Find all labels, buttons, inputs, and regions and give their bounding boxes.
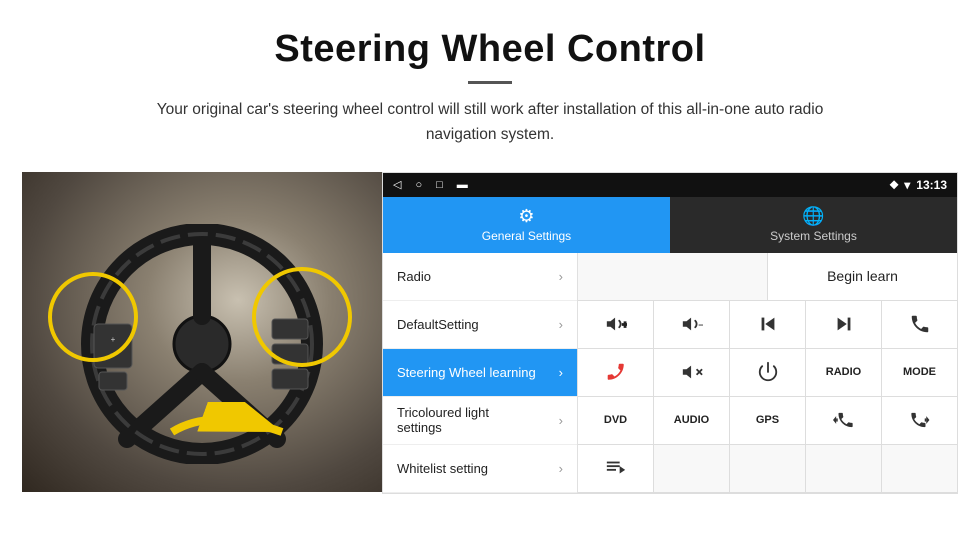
- nav-recent-icon[interactable]: □: [436, 179, 443, 191]
- button-grid: Begin learn +: [578, 253, 957, 493]
- phone-next-icon: [909, 409, 931, 431]
- mute-button[interactable]: [654, 349, 730, 396]
- svg-text:–: –: [698, 320, 703, 330]
- car-panel: + –: [22, 172, 382, 492]
- previous-track-button[interactable]: [730, 301, 806, 348]
- menu-item-radio[interactable]: Radio ›: [383, 253, 577, 301]
- menu-item-tricoloured[interactable]: Tricoloured lightsettings ›: [383, 397, 577, 445]
- callout-left: [48, 272, 138, 362]
- button-row-4: DVD AUDIO GPS: [578, 397, 957, 445]
- chevron-right-icon: ›: [559, 317, 563, 332]
- begin-learn-button[interactable]: Begin learn: [768, 253, 957, 300]
- phone-button[interactable]: [882, 301, 957, 348]
- location-icon: ⬥: [890, 177, 898, 192]
- volume-up-icon: +: [605, 313, 627, 335]
- chevron-right-icon: ›: [559, 269, 563, 284]
- volume-down-icon: –: [681, 313, 703, 335]
- empty-cell-5: [882, 445, 957, 492]
- next-track-icon: [833, 313, 855, 335]
- empty-cell-4: [806, 445, 882, 492]
- previous-track-icon: [757, 313, 779, 335]
- menu-list: Radio › DefaultSetting › Steering Wheel …: [383, 253, 578, 493]
- status-bar: ◁ ○ □ ▬ ⬥ ▾ 13:13: [383, 173, 957, 197]
- menu-item-default-label: DefaultSetting: [397, 317, 479, 332]
- menu-item-default-setting[interactable]: DefaultSetting ›: [383, 301, 577, 349]
- svg-text:+: +: [622, 320, 627, 330]
- menu-item-whitelist[interactable]: Whitelist setting ›: [383, 445, 577, 493]
- chevron-right-icon: ›: [559, 461, 563, 476]
- page-title: Steering Wheel Control: [40, 28, 940, 71]
- phone-prev-button[interactable]: [806, 397, 882, 444]
- button-row-5: [578, 445, 957, 493]
- status-bar-info: ⬥ ▾ 13:13: [890, 177, 947, 192]
- tab-general-label: General Settings: [482, 229, 571, 243]
- menu-item-steering-wheel[interactable]: Steering Wheel learning ›: [383, 349, 577, 397]
- phone-next-button[interactable]: [882, 397, 957, 444]
- empty-cell-1: [578, 253, 768, 300]
- power-icon: [757, 361, 779, 383]
- phone-prev-icon: [833, 409, 855, 431]
- button-row-3: RADIO MODE: [578, 349, 957, 397]
- page-subtitle: Your original car's steering wheel contr…: [150, 98, 830, 148]
- hangup-icon: [605, 361, 627, 383]
- status-bar-nav: ◁ ○ □ ▬: [393, 178, 468, 191]
- chevron-right-icon: ›: [559, 413, 563, 428]
- empty-cell-3: [730, 445, 806, 492]
- settings-gear-icon: ⚙: [518, 206, 534, 227]
- menu-item-tricoloured-label: Tricoloured lightsettings: [397, 405, 489, 435]
- phone-icon: [909, 313, 931, 335]
- nav-home-icon[interactable]: ○: [415, 179, 422, 191]
- audio-button[interactable]: AUDIO: [654, 397, 730, 444]
- mode-button[interactable]: MODE: [882, 349, 957, 396]
- button-row-2: + –: [578, 301, 957, 349]
- nav-back-icon[interactable]: ◁: [393, 178, 401, 191]
- nav-screen-icon[interactable]: ▬: [457, 179, 468, 191]
- playlist-icon: [605, 457, 627, 479]
- page-header: Steering Wheel Control Your original car…: [0, 0, 980, 158]
- title-divider: [468, 81, 512, 84]
- hangup-button[interactable]: [578, 349, 654, 396]
- gps-button[interactable]: GPS: [730, 397, 806, 444]
- content-area: Radio › DefaultSetting › Steering Wheel …: [383, 253, 957, 493]
- volume-up-button[interactable]: +: [578, 301, 654, 348]
- menu-item-steering-label: Steering Wheel learning: [397, 365, 536, 380]
- playlist-button[interactable]: [578, 445, 654, 492]
- tab-system-label: System Settings: [770, 229, 857, 243]
- arrow-indicator: [162, 402, 302, 462]
- next-track-button[interactable]: [806, 301, 882, 348]
- chevron-right-icon: ›: [559, 365, 563, 380]
- volume-down-button[interactable]: –: [654, 301, 730, 348]
- wifi-icon: ▾: [904, 178, 910, 192]
- tab-general-settings[interactable]: ⚙ General Settings: [383, 197, 670, 253]
- empty-cell-2: [654, 445, 730, 492]
- callout-right: [252, 267, 352, 367]
- clock: 13:13: [916, 178, 947, 192]
- dvd-button[interactable]: DVD: [578, 397, 654, 444]
- globe-icon: 🌐: [802, 206, 824, 227]
- button-row-1: Begin learn: [578, 253, 957, 301]
- mute-icon: [681, 361, 703, 383]
- android-panel: ◁ ○ □ ▬ ⬥ ▾ 13:13 ⚙ General Settings 🌐 S…: [382, 172, 958, 494]
- tab-system-settings[interactable]: 🌐 System Settings: [670, 197, 957, 253]
- menu-item-whitelist-label: Whitelist setting: [397, 461, 488, 476]
- tab-bar: ⚙ General Settings 🌐 System Settings: [383, 197, 957, 253]
- main-content: + – ◁ ○ □ ▬: [0, 172, 980, 494]
- radio-button[interactable]: RADIO: [806, 349, 882, 396]
- menu-item-radio-label: Radio: [397, 269, 431, 284]
- power-button[interactable]: [730, 349, 806, 396]
